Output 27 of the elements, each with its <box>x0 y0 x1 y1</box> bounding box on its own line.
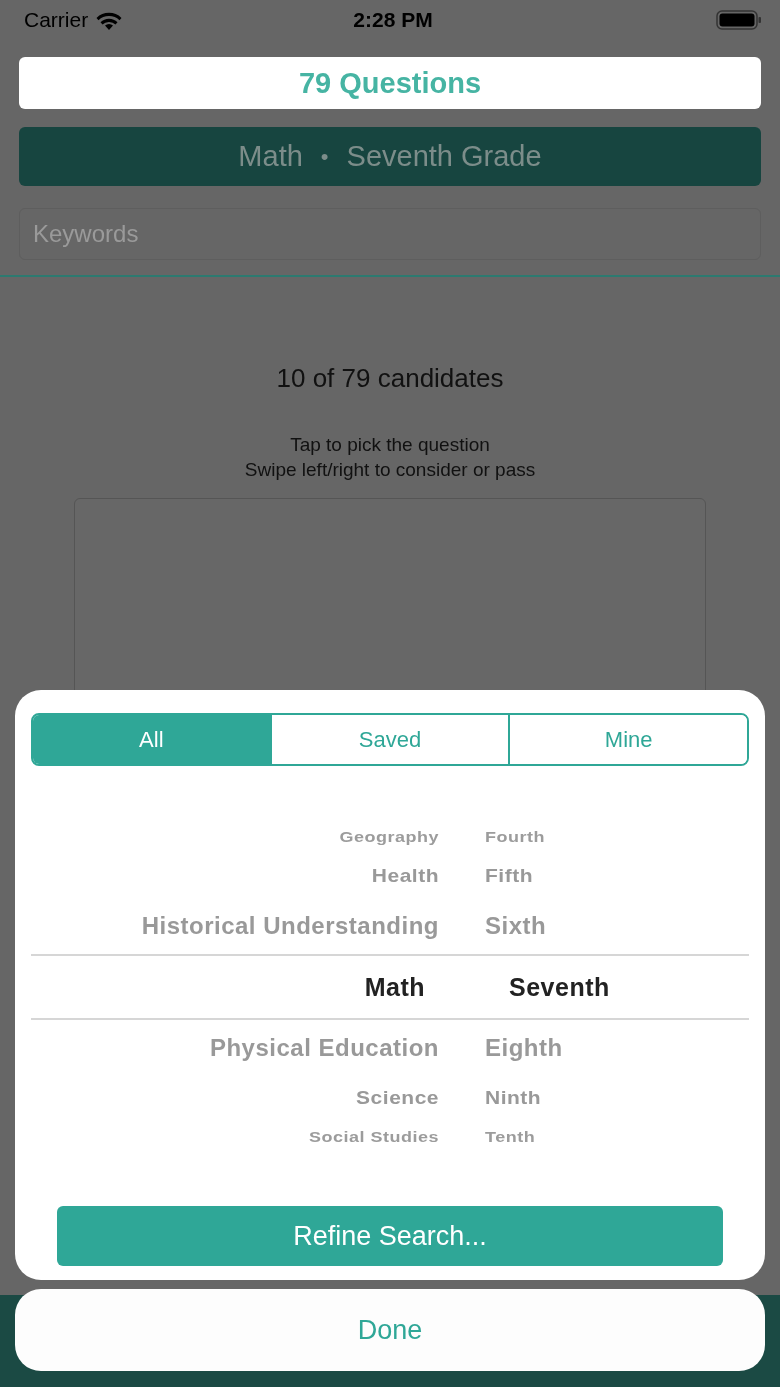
refine-search-button[interactable]: Refine Search... <box>57 1206 723 1266</box>
filter-bar[interactable]: Math • Seventh Grade <box>19 127 761 186</box>
wifi-icon <box>96 10 123 30</box>
picker-item[interactable]: Fifth <box>485 865 749 887</box>
picker-item[interactable]: Social Studies <box>31 1128 439 1146</box>
candidates-summary: 10 of 79 candidates <box>276 363 504 394</box>
status-time: 2:28 PM <box>353 8 433 32</box>
picker-item[interactable]: Geography <box>31 828 439 846</box>
picker-item[interactable]: Math <box>31 972 439 1002</box>
instruction-text: Swipe left/right to consider or pass <box>244 458 536 482</box>
picker-item[interactable]: Seventh <box>485 972 749 1002</box>
picker-item[interactable]: Ninth <box>485 1087 749 1109</box>
question-count-title: 79 Questions <box>19 57 761 109</box>
segment-tab[interactable]: All <box>33 715 270 764</box>
picker-item[interactable]: Science <box>31 1087 439 1109</box>
carrier-label: Carrier <box>24 8 89 32</box>
picker-item[interactable]: Historical Understanding <box>31 912 439 940</box>
picker-item[interactable]: Health <box>31 865 439 887</box>
picker-item[interactable]: Fourth <box>485 828 749 846</box>
picker-item[interactable]: Eighth <box>485 1034 749 1062</box>
picker-item[interactable]: Physical Education <box>31 1034 439 1062</box>
picker-item[interactable]: Sixth <box>485 912 749 940</box>
instruction-text: Tap to pick the question <box>289 433 491 457</box>
battery-icon <box>716 9 762 31</box>
picker-item[interactable]: Tenth <box>485 1128 749 1146</box>
segment-tab[interactable]: Mine <box>508 715 747 764</box>
done-button[interactable]: Done <box>15 1289 765 1371</box>
